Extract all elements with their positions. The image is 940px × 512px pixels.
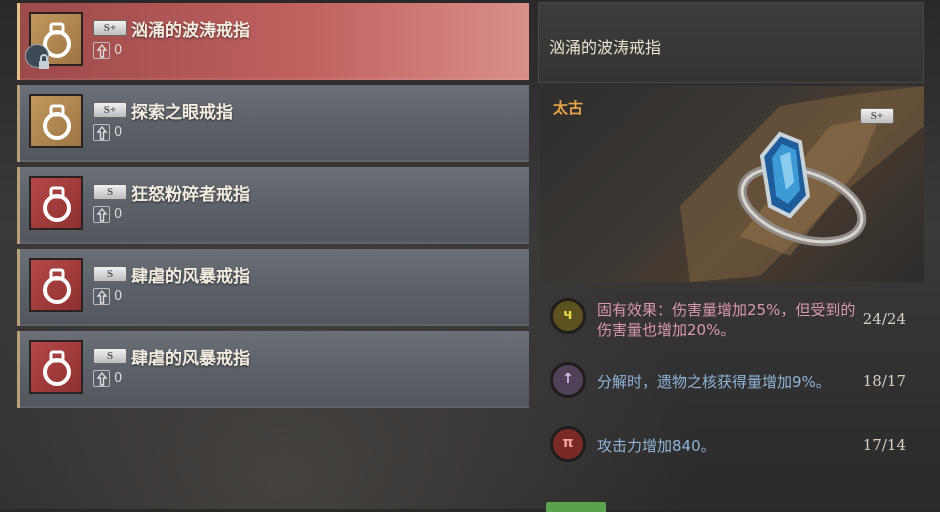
rarity-label: 太古 <box>553 99 584 117</box>
grade-badge: S+ <box>93 102 127 118</box>
stat-row: ч 固有效果：伤害量增加25%，但受到的伤害量也增加20%。 24/24 <box>540 284 924 348</box>
ring-list-item[interactable]: S 狂怒粉碎者戒指 0 <box>17 167 529 244</box>
ring-artwork: 太古 S+ <box>540 86 924 282</box>
glyph-red-icon: π <box>550 426 586 462</box>
ring-detail-panel: 汹涌的波涛戒指 太古 S+ ч 固有效果：伤害量增加25%，但受到的伤害量也增加… <box>538 0 924 509</box>
upgrade-count: 0 <box>114 371 123 386</box>
ring-gold-icon <box>29 94 83 148</box>
grade-badge: S+ <box>860 108 894 124</box>
upgrade-icon <box>93 42 110 59</box>
upgrade-count: 0 <box>114 43 123 58</box>
ring-name: 探索之眼戒指 <box>131 103 233 123</box>
ring-name: 肆虐的风暴戒指 <box>131 349 250 369</box>
grade-badge: S <box>93 266 127 282</box>
glyph-yellow-icon: ч <box>550 298 586 334</box>
grade-badge: S <box>93 184 127 200</box>
stat-text: 固有效果：伤害量增加25%，但受到的伤害量也增加20%。 <box>597 301 856 339</box>
upgrade-icon <box>93 288 110 305</box>
upgrade-icon <box>93 124 110 141</box>
ring-name: 肆虐的风暴戒指 <box>131 267 250 287</box>
ring-list: S+ 汹涌的波涛戒指 0 S+ 探索之眼戒指 0 S 狂怒粉碎者戒指 0 S 肆… <box>17 3 529 413</box>
ring-list-item[interactable]: S 肆虐的风暴戒指 0 <box>17 249 529 326</box>
grade-badge: S <box>93 348 127 364</box>
ring-gold-icon <box>25 12 83 69</box>
lock-icon <box>25 44 49 69</box>
stat-row: ↑ 分解时，遗物之核获得量增加9%。 18/17 <box>540 348 924 412</box>
upgrade-icon <box>93 370 110 387</box>
ring-name: 狂怒粉碎者戒指 <box>131 185 250 205</box>
detail-title: 汹涌的波涛戒指 <box>549 38 662 57</box>
stat-text: 攻击力增加840。 <box>597 437 716 455</box>
ring-red-icon <box>29 258 83 312</box>
stat-text: 分解时，遗物之核获得量增加9%。 <box>597 373 831 391</box>
stat-list: ч 固有效果：伤害量增加25%，但受到的伤害量也增加20%。 24/24 ↑ 分… <box>540 284 924 476</box>
ring-red-icon <box>29 176 83 230</box>
partial-green-tag <box>546 502 606 512</box>
stat-row: π 攻击力增加840。 17/14 <box>540 412 924 476</box>
grade-badge: S+ <box>93 20 127 36</box>
ring-name: 汹涌的波涛戒指 <box>131 21 250 41</box>
ring-list-item[interactable]: S 肆虐的风暴戒指 0 <box>17 331 529 408</box>
upgrade-count: 0 <box>114 207 123 222</box>
upgrade-count: 0 <box>114 289 123 304</box>
glyph-purple-icon: ↑ <box>550 362 586 398</box>
ring-list-item[interactable]: S+ 汹涌的波涛戒指 0 <box>17 3 529 80</box>
stat-value: 24/24 <box>862 310 906 328</box>
ring-list-item[interactable]: S+ 探索之眼戒指 0 <box>17 85 529 162</box>
upgrade-icon <box>93 206 110 223</box>
stat-value: 17/14 <box>862 436 906 454</box>
upgrade-count: 0 <box>114 125 123 140</box>
detail-header: 汹涌的波涛戒指 <box>538 2 924 83</box>
ring-red-icon <box>29 340 83 394</box>
stat-value: 18/17 <box>862 372 906 390</box>
